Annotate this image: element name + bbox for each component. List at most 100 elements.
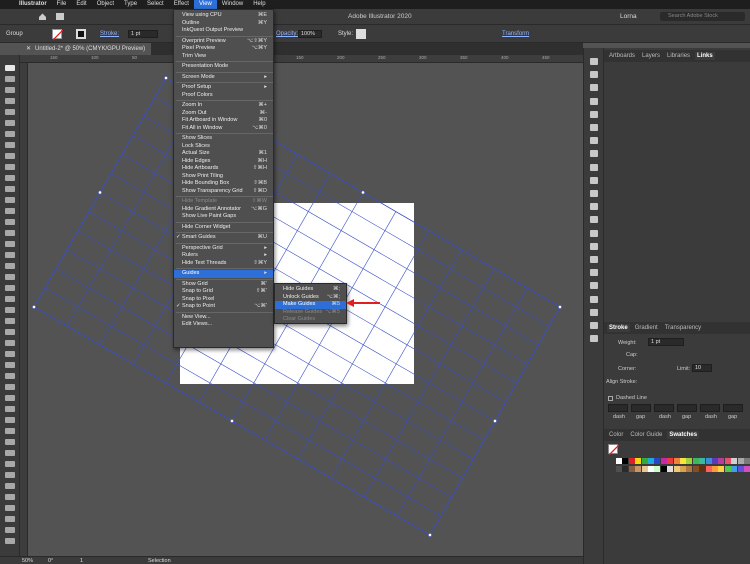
- menu-window[interactable]: Window: [217, 0, 248, 9]
- view-menu-item-hide-artboards[interactable]: Hide Artboards ⇧⌘H: [174, 165, 273, 173]
- view-menu-item-snap-to-pixel[interactable]: Snap to Pixel: [174, 296, 273, 304]
- rotation-value[interactable]: 0°: [48, 558, 53, 564]
- tool-icon[interactable]: [5, 197, 15, 203]
- panel-icon[interactable]: [590, 269, 598, 277]
- tool-icon[interactable]: [5, 230, 15, 236]
- guides-item-make-guides[interactable]: Make Guides ⌘5: [275, 301, 346, 309]
- panel-icon[interactable]: [590, 137, 598, 145]
- transform-link[interactable]: Transform: [502, 31, 529, 37]
- view-menu-item-proof-colors[interactable]: Proof Colors: [174, 92, 273, 100]
- tool-icon[interactable]: [5, 131, 15, 137]
- tool-icon[interactable]: [5, 362, 15, 368]
- color-swatch[interactable]: [724, 458, 731, 464]
- color-swatch[interactable]: [699, 466, 706, 472]
- tool-icon[interactable]: [5, 329, 15, 335]
- view-menu-item-perspective-grid[interactable]: Perspective Grid ▸: [174, 245, 273, 253]
- color-swatch[interactable]: [731, 458, 738, 464]
- apple-icon[interactable]: [4, 0, 14, 9]
- view-menu-item-screen-mode[interactable]: Screen Mode ▸: [174, 74, 273, 82]
- view-menu-item-hide-gradient-annotator[interactable]: Hide Gradient Annotator ⌥⌘G: [174, 206, 273, 214]
- tool-icon[interactable]: [5, 527, 15, 533]
- guides-item-unlock-guides[interactable]: Unlock Guides ⌥⌘;: [275, 294, 346, 302]
- tool-icon[interactable]: [5, 450, 15, 456]
- tool-icon[interactable]: [5, 395, 15, 401]
- stroke-label[interactable]: Stroke:: [100, 31, 119, 37]
- view-menu-item-zoom-in[interactable]: Zoom In ⌘+: [174, 102, 273, 110]
- panel-icon[interactable]: [590, 84, 598, 92]
- view-menu-item-hide-bounding-box[interactable]: Hide Bounding Box ⇧⌘B: [174, 180, 273, 188]
- color-swatch[interactable]: [622, 466, 629, 472]
- tool-icon[interactable]: [5, 483, 15, 489]
- panel-icon[interactable]: [590, 203, 598, 211]
- horizontal-ruler[interactable]: 15010050050100150200250300350400450500: [20, 55, 591, 63]
- tool-icon[interactable]: [5, 340, 15, 346]
- tool-icon[interactable]: [5, 307, 15, 313]
- color-swatch[interactable]: [628, 458, 635, 464]
- view-menu-item-presentation-mode[interactable]: Presentation Mode: [174, 63, 273, 71]
- tool-icon[interactable]: [5, 208, 15, 214]
- panel-icon[interactable]: [590, 190, 598, 197]
- color-swatch[interactable]: [705, 458, 712, 464]
- color-swatch[interactable]: [712, 458, 718, 464]
- view-menu-item-hide-edges[interactable]: Hide Edges ⌘H: [174, 158, 273, 166]
- user-name[interactable]: Lorna: [620, 13, 637, 20]
- dash-gap-input[interactable]: [654, 404, 674, 412]
- tool-icon[interactable]: [5, 109, 15, 115]
- fill-stroke-indicator[interactable]: [608, 444, 620, 456]
- view-menu-item-show-live-paint-gaps[interactable]: Show Live Paint Gaps: [174, 213, 273, 221]
- view-menu-item-edit-views[interactable]: Edit Views...: [174, 321, 273, 329]
- tool-icon[interactable]: [5, 175, 15, 181]
- panel-icon[interactable]: [590, 242, 598, 250]
- view-menu-item-show-print-tiling[interactable]: Show Print Tiling: [174, 173, 273, 181]
- panel-icon[interactable]: [590, 335, 598, 343]
- tool-icon[interactable]: [5, 516, 15, 522]
- tab-swatches[interactable]: Swatches: [667, 431, 700, 439]
- dash-gap-input[interactable]: [723, 404, 743, 412]
- view-menu-item-fit-all-in-window[interactable]: Fit All in Window ⌥⌘0: [174, 125, 273, 133]
- view-menu-item-actual-size[interactable]: Actual Size ⌘1: [174, 150, 273, 158]
- tab-artboards[interactable]: Artboards: [607, 52, 637, 60]
- color-swatch[interactable]: [673, 458, 680, 464]
- tool-icon[interactable]: [5, 186, 15, 192]
- color-swatch[interactable]: [718, 466, 725, 472]
- stroke-weight-field[interactable]: 1 pt: [128, 30, 158, 38]
- tool-icon[interactable]: [5, 219, 15, 225]
- opacity-label[interactable]: Opacity:: [276, 31, 298, 37]
- menu-view[interactable]: View: [193, 0, 217, 9]
- tool-icon[interactable]: [5, 65, 15, 71]
- menu-object[interactable]: Object: [92, 0, 119, 9]
- stroke-swatch[interactable]: [76, 29, 86, 39]
- color-swatch[interactable]: [680, 458, 686, 464]
- panel-icon[interactable]: [590, 163, 598, 171]
- view-menu-item-lock-slices[interactable]: Lock Slices: [174, 143, 273, 151]
- color-swatch[interactable]: [641, 458, 648, 464]
- style-swatch[interactable]: [356, 29, 366, 39]
- color-swatch[interactable]: [744, 458, 750, 464]
- color-swatch[interactable]: [699, 458, 706, 464]
- tab-stroke[interactable]: Stroke: [607, 324, 630, 332]
- dash-gap-input[interactable]: [677, 404, 697, 412]
- tab-color[interactable]: Color: [607, 431, 625, 439]
- tool-icon[interactable]: [5, 285, 15, 291]
- view-menu-item-fit-artboard-in-window[interactable]: Fit Artboard in Window ⌘0: [174, 117, 273, 125]
- panel-icon[interactable]: [590, 282, 598, 290]
- panel-icon[interactable]: [590, 97, 598, 105]
- tab-layers[interactable]: Layers: [640, 52, 662, 60]
- workspace-layout-icon[interactable]: [56, 13, 64, 20]
- document-tab[interactable]: ✕ Untitled-2* @ 50% (CMYK/GPU Preview): [20, 43, 152, 55]
- guides-item-clear-guides[interactable]: Clear Guides: [275, 316, 346, 324]
- panel-icon[interactable]: [590, 110, 598, 118]
- view-menu-item-hide-text-threads[interactable]: Hide Text Threads ⇧⌘Y: [174, 260, 273, 268]
- panel-icon[interactable]: [590, 295, 598, 303]
- view-menu-item-rulers[interactable]: Rulers ▸: [174, 252, 273, 260]
- color-swatch[interactable]: [692, 458, 699, 464]
- menu-select[interactable]: Select: [142, 0, 169, 9]
- view-menu-item-snap-to-grid[interactable]: Snap to Grid ⇧⌘': [174, 288, 273, 296]
- tab-transparency[interactable]: Transparency: [663, 324, 703, 332]
- color-swatch[interactable]: [673, 466, 680, 472]
- dash-gap-input[interactable]: [700, 404, 720, 412]
- dashed-line-checkbox[interactable]: [608, 396, 613, 401]
- home-icon[interactable]: [38, 12, 47, 21]
- stroke-weight-input[interactable]: 1 pt: [648, 338, 684, 346]
- dash-gap-input[interactable]: [631, 404, 651, 412]
